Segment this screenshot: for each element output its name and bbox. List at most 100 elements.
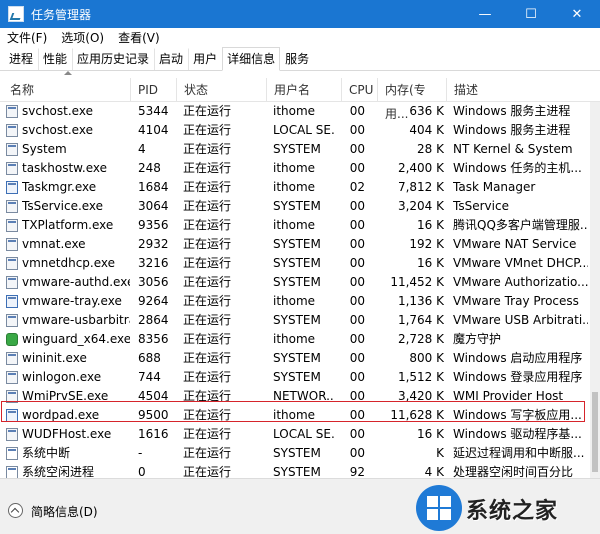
column-header-cpu[interactable]: CPU	[342, 78, 378, 102]
process-pid: -	[138, 446, 143, 460]
process-cpu: 00	[349, 199, 365, 213]
process-name: svchost.exe	[22, 123, 93, 137]
process-memory: 404 K	[409, 123, 444, 137]
maximize-button[interactable]: ☐	[508, 0, 554, 28]
tab-processes[interactable]: 进程	[4, 48, 38, 70]
process-pid: 2864	[138, 313, 169, 327]
process-description: 腾讯QQ多客户端管理服...	[453, 218, 588, 232]
close-button[interactable]: ✕	[554, 0, 600, 28]
process-status: 正在运行	[183, 446, 232, 460]
column-header-row: 名称 PID 状态 用户名 CPU 内存(专用... 描述	[0, 78, 600, 121]
process-pid: 3216	[138, 256, 169, 270]
table-row[interactable]: vmnetdhcp.exe 3216 正在运行 SYSTEM 00 16 K VMware …	[0, 254, 590, 273]
table-row[interactable]: Taskmgr.exe 1684 正在运行 ithome 02 7,812 K Task M…	[0, 178, 590, 197]
menu-view[interactable]: 查看(V)	[111, 29, 167, 46]
process-pid: 4	[138, 142, 146, 156]
process-window-icon	[6, 352, 18, 365]
process-status: 正在运行	[183, 294, 232, 308]
process-window-icon	[6, 428, 18, 441]
table-row[interactable]: vmware-tray.exe 9264 正在运行 ithome 00 1,136 K VM…	[0, 292, 590, 311]
table-row[interactable]: winguard_x64.exe 8356 正在运行 ithome 00 2,728 K 魔…	[0, 330, 590, 349]
window-title: 任务管理器	[31, 7, 92, 22]
table-row[interactable]: WUDFHost.exe 1616 正在运行 LOCAL SE... 00 16 K Win…	[0, 425, 590, 444]
table-row[interactable]: vmware-usbarbitra... 2864 正在运行 SYSTEM 00 1,76…	[0, 311, 590, 330]
process-description: VMware USB Arbitrati...	[453, 313, 588, 327]
column-header-name[interactable]: 名称	[3, 78, 131, 102]
process-memory: 2,728 K	[397, 332, 444, 346]
windows-logo-icon	[416, 485, 462, 531]
chevron-up-circle-icon[interactable]	[8, 503, 23, 518]
scrollbar-thumb[interactable]	[592, 392, 598, 472]
menu-file[interactable]: 文件(F)	[0, 29, 54, 46]
table-row[interactable]: 系统中断 - 正在运行 SYSTEM 00 K 延迟过程调用和中断服...	[0, 444, 590, 463]
process-cpu: 00	[349, 218, 365, 232]
column-header-memory[interactable]: 内存(专用...	[378, 78, 447, 121]
process-memory: 1,512 K	[397, 370, 444, 384]
process-status: 正在运行	[183, 180, 232, 194]
process-user: ithome	[273, 104, 316, 118]
column-header-description[interactable]: 描述	[447, 78, 590, 102]
process-name: vmware-usbarbitra...	[22, 313, 130, 327]
table-row[interactable]: svchost.exe 4104 正在运行 LOCAL SE... 00 404 K Win…	[0, 121, 590, 140]
tab-services[interactable]: 服务	[280, 48, 314, 70]
process-user: SYSTEM	[273, 370, 321, 384]
process-pid: 1616	[138, 427, 169, 441]
process-cpu: 00	[349, 332, 365, 346]
column-header-username[interactable]: 用户名	[267, 78, 342, 102]
process-window-icon	[6, 124, 18, 137]
process-memory: 11,452 K	[390, 275, 444, 289]
fewer-details-link[interactable]: 简略信息(D)	[31, 503, 98, 520]
process-description: 延迟过程调用和中断服...	[453, 446, 585, 460]
process-window-icon	[6, 143, 18, 156]
table-row[interactable]: 系统空闲进程 0 正在运行 SYSTEM 92 4 K 处理器空闲时间百分比	[0, 463, 590, 478]
table-row[interactable]: TXPlatform.exe 9356 正在运行 ithome 00 16 K 腾讯QQ多客…	[0, 216, 590, 235]
process-status: 正在运行	[183, 142, 232, 156]
vertical-scrollbar[interactable]	[590, 102, 600, 478]
process-status: 正在运行	[183, 313, 232, 327]
process-user: ithome	[273, 218, 316, 232]
process-cpu: 00	[349, 351, 365, 365]
process-memory: 7,812 K	[397, 180, 444, 194]
process-user: SYSTEM	[273, 142, 321, 156]
process-name: vmnat.exe	[22, 237, 86, 251]
table-row[interactable]: svchost.exe 5344 正在运行 ithome 00 636 K Windows …	[0, 102, 590, 121]
table-row[interactable]: wininit.exe 688 正在运行 SYSTEM 00 800 K Windows 启…	[0, 349, 590, 368]
task-manager-icon	[6, 181, 18, 194]
process-status: 正在运行	[183, 123, 232, 137]
process-name: winlogon.exe	[22, 370, 102, 384]
table-row[interactable]: vmnat.exe 2932 正在运行 SYSTEM 00 192 K VMware NAT…	[0, 235, 590, 254]
minimize-button[interactable]: —	[462, 0, 508, 28]
menu-options[interactable]: 选项(O)	[54, 29, 111, 46]
winguard-icon	[6, 333, 18, 346]
process-status: 正在运行	[183, 351, 232, 365]
table-row[interactable]: winlogon.exe 744 正在运行 SYSTEM 00 1,512 K Window…	[0, 368, 590, 387]
process-window-icon	[6, 162, 18, 175]
process-window-icon	[6, 314, 18, 327]
highlight-box	[1, 401, 585, 422]
tab-users[interactable]: 用户	[188, 48, 222, 70]
vmware-tray-icon	[6, 295, 18, 308]
column-header-status[interactable]: 状态	[177, 78, 267, 102]
table-row[interactable]: TsService.exe 3064 正在运行 SYSTEM 00 3,204 K TsSe…	[0, 197, 590, 216]
process-user: SYSTEM	[273, 351, 321, 365]
process-status: 正在运行	[183, 332, 232, 346]
tab-startup[interactable]: 启动	[154, 48, 188, 70]
table-row[interactable]: vmware-authd.exe 3056 正在运行 SYSTEM 00 11,452 K…	[0, 273, 590, 292]
table-row[interactable]: taskhostw.exe 248 正在运行 ithome 00 2,400 K Windo…	[0, 159, 590, 178]
process-status: 正在运行	[183, 218, 232, 232]
process-user: SYSTEM	[273, 275, 321, 289]
tab-performance[interactable]: 性能	[38, 48, 72, 70]
process-cpu: 00	[349, 142, 365, 156]
process-name: taskhostw.exe	[22, 161, 107, 175]
process-pid: 9264	[138, 294, 169, 308]
process-user: ithome	[273, 294, 316, 308]
process-description: Windows 服务主进程	[453, 104, 571, 118]
process-cpu: 00	[349, 237, 365, 251]
process-pid: 9356	[138, 218, 169, 232]
column-header-pid[interactable]: PID	[131, 78, 177, 102]
table-row[interactable]: System 4 正在运行 SYSTEM 00 28 K NT Kernel & Syste…	[0, 140, 590, 159]
tab-app-history[interactable]: 应用历史记录	[72, 48, 154, 70]
tab-details[interactable]: 详细信息	[222, 47, 281, 71]
watermark-text: 系统之家	[466, 499, 559, 524]
process-status: 正在运行	[183, 104, 232, 118]
